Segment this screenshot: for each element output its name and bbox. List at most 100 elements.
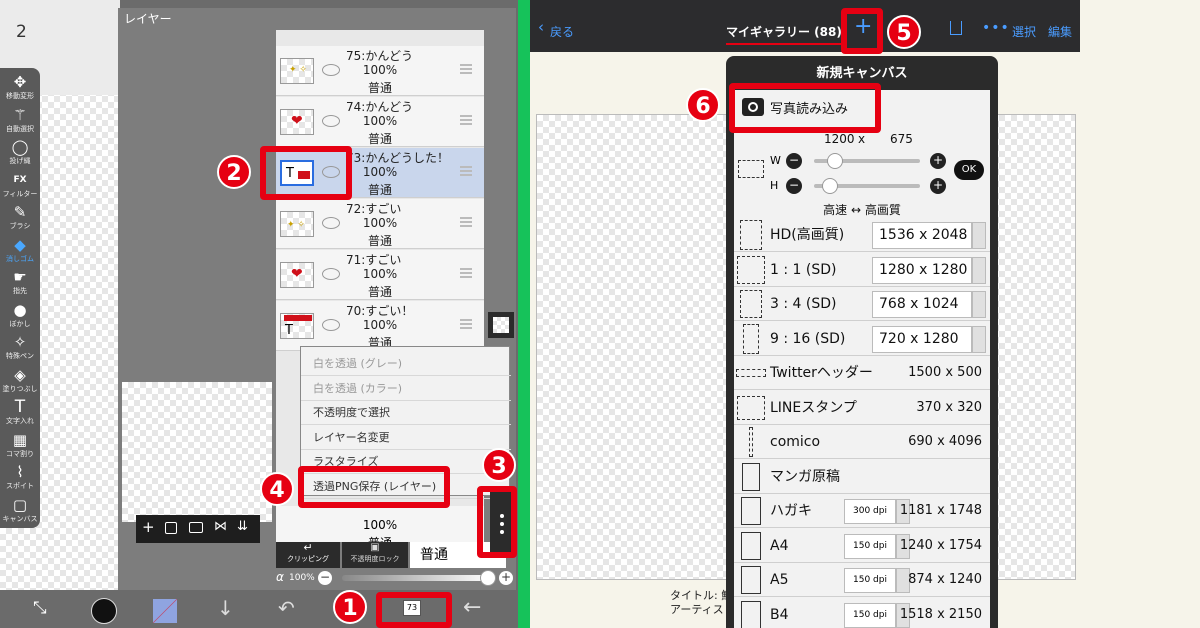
layer-row-partial[interactable]: 100% 普通 — [276, 506, 484, 544]
tool-blur[interactable]: ● ぼかし — [0, 300, 40, 335]
layer-panel-title: レイヤー — [124, 12, 172, 26]
tool-fill[interactable]: ◈ 塗りつぶし — [0, 366, 40, 400]
canvas-preset-row[interactable]: マンガ原稿 — [734, 459, 990, 494]
layer-mode: 普通 — [367, 234, 392, 248]
merge-down-icon[interactable]: ⇊ — [237, 519, 248, 534]
canvas-preset-row[interactable]: 9 : 16 (SD) 720 x 1280 — [734, 321, 990, 356]
custom-width-value[interactable]: 1200 — [824, 132, 855, 146]
canvas-preset-row[interactable]: 3 : 4 (SD) 768 x 1024 — [734, 287, 990, 321]
more-icon[interactable]: ••• — [982, 20, 1010, 36]
ok-button[interactable]: OK — [954, 160, 984, 180]
opacity-lock-button[interactable]: ▣ 不透明度ロック — [342, 542, 408, 568]
text-icon: T — [14, 397, 26, 417]
stepper-icon[interactable] — [972, 222, 986, 249]
canvas-preset-row[interactable]: comico 690 x 4096 — [734, 425, 990, 459]
highlight-add-button — [841, 8, 883, 54]
w-minus-icon[interactable]: − — [786, 153, 802, 169]
add-layer-icon[interactable]: + — [142, 518, 155, 536]
blur-icon: ● — [13, 300, 27, 319]
preset-size-field[interactable]: 768 x 1024 — [872, 291, 972, 318]
chevron-left-icon[interactable]: ‹ — [538, 18, 544, 36]
canvas-preset-row[interactable]: HD(高画質) 1536 x 2048 — [734, 218, 990, 252]
h-plus-icon[interactable]: + — [930, 178, 946, 194]
dpi-select[interactable]: 150 dpi — [844, 602, 896, 628]
color-icon[interactable] — [91, 598, 117, 624]
share-icon[interactable] — [950, 21, 962, 35]
dpi-select[interactable]: 300 dpi — [844, 499, 896, 524]
w-plus-icon[interactable]: + — [930, 153, 946, 169]
menu-item: 白を透過 (カラー) — [301, 376, 511, 401]
custom-height-value[interactable]: 675 — [890, 132, 913, 146]
drag-handle-icon[interactable] — [460, 64, 472, 74]
drag-handle-icon[interactable] — [460, 115, 472, 125]
canvas-preset-row[interactable]: ハガキ 300 dpi 1181 x 1748 — [734, 494, 990, 528]
transparency-button[interactable] — [488, 312, 514, 338]
edit-button[interactable]: 編集 — [1048, 23, 1072, 40]
clipping-button[interactable]: ↵ クリッピング — [276, 542, 340, 568]
undo-icon[interactable]: ↶ — [278, 596, 295, 620]
layer-row[interactable]: ❤ 74:かんどう 100% 普通 — [276, 97, 484, 147]
h-slider-knob[interactable] — [822, 178, 839, 194]
tool-canvas[interactable]: ▢ キャンバス — [0, 496, 40, 530]
tool-eraser[interactable]: ◆ 消しゴム — [0, 236, 40, 270]
menu-item[interactable]: レイヤー名変更 — [301, 425, 511, 450]
layer-name: 75:かんどう — [346, 49, 413, 63]
step-badge-6: 6 — [686, 88, 720, 122]
drag-handle-icon[interactable] — [460, 319, 472, 329]
transform-icon[interactable]: ⤡ — [33, 598, 47, 618]
back-icon[interactable]: ← — [463, 595, 481, 620]
canvas-preset-row[interactable]: LINEスタンプ 370 x 320 — [734, 390, 990, 425]
alpha-slider-knob[interactable] — [480, 570, 496, 586]
tool-fx[interactable]: FX フィルター — [0, 172, 40, 205]
tool-lasso[interactable]: ◯ 投げ縄 — [0, 139, 40, 172]
canvas-preset-row[interactable]: Twitterヘッダー 1500 x 500 — [734, 356, 990, 390]
tool-eyedropper[interactable]: ⌇ スポイト — [0, 464, 40, 497]
preset-label: ハガキ — [770, 503, 812, 519]
download-icon[interactable]: ↓ — [217, 596, 234, 620]
tool-magic-wand[interactable]: ⚚ 自動選択 — [0, 106, 40, 140]
back-button[interactable]: 戻る — [550, 23, 574, 40]
tool-brush[interactable]: ✎ ブラシ — [0, 204, 40, 237]
stepper-icon[interactable] — [972, 291, 986, 318]
tool-text[interactable]: T 文字入れ — [0, 399, 40, 432]
drag-handle-icon[interactable] — [460, 166, 472, 176]
canvas-preset-row[interactable]: B4 150 dpi 1518 x 2150 — [734, 597, 990, 628]
alpha-slider[interactable] — [342, 570, 496, 586]
select-button[interactable]: 選択 — [1012, 23, 1036, 40]
preset-shape-icon — [743, 323, 759, 354]
preset-size-field[interactable]: 1536 x 2048 — [872, 222, 972, 249]
preset-size-field[interactable]: 1280 x 1280 — [872, 256, 972, 284]
stepper-icon[interactable] — [972, 256, 986, 284]
tool-finger[interactable]: ☛ 指先 — [0, 269, 40, 302]
layer-row[interactable]: T 70:すごい！ 100% 普通 — [276, 301, 484, 351]
tool-move[interactable]: ✥ 移動変形 — [0, 74, 40, 107]
canvas-preset-row[interactable]: A4 150 dpi 1240 x 1754 — [734, 528, 990, 563]
w-slider[interactable] — [814, 153, 920, 169]
dpi-select[interactable]: 150 dpi — [844, 568, 896, 593]
drag-handle-icon[interactable] — [460, 268, 472, 278]
layer-name: 72:すごい — [346, 202, 402, 216]
canvas-preset-row[interactable]: 1 : 1 (SD) 1280 x 1280 — [734, 252, 990, 287]
layer-row[interactable]: ❤ 71:すごい 100% 普通 — [276, 250, 484, 300]
h-minus-icon[interactable]: − — [786, 178, 802, 194]
camera-icon[interactable] — [189, 522, 203, 533]
dpi-select[interactable]: 150 dpi — [844, 533, 896, 559]
alpha-minus-icon[interactable]: − — [318, 571, 332, 585]
layer-row[interactable]: ✦ ✧ 75:かんどう 100% 普通 — [276, 46, 484, 96]
tool-special-pen[interactable]: ✧ 特殊ペン — [0, 334, 40, 367]
preset-size-field[interactable]: 720 x 1280 — [872, 325, 972, 353]
flip-icon[interactable]: ⋈ — [214, 519, 227, 534]
canvas-preset-row[interactable]: A5 150 dpi 874 x 1240 — [734, 563, 990, 597]
alpha-plus-icon[interactable]: + — [499, 571, 513, 585]
secondary-color-icon[interactable] — [153, 599, 177, 623]
artist-caption: アーティス — [670, 603, 724, 616]
h-slider[interactable] — [814, 178, 920, 194]
drag-handle-icon[interactable] — [460, 217, 472, 227]
w-slider-knob[interactable] — [826, 153, 843, 169]
menu-item[interactable]: 不透明度で選択 — [301, 400, 511, 425]
stepper-icon[interactable] — [972, 325, 986, 353]
layer-row[interactable]: ✦ ✧ 72:すごい 100% 普通 — [276, 199, 484, 249]
tool-frame[interactable]: ▦ コマ割り — [0, 431, 40, 465]
layer-preview — [122, 382, 272, 522]
add-fill-layer-icon[interactable] — [165, 522, 177, 534]
